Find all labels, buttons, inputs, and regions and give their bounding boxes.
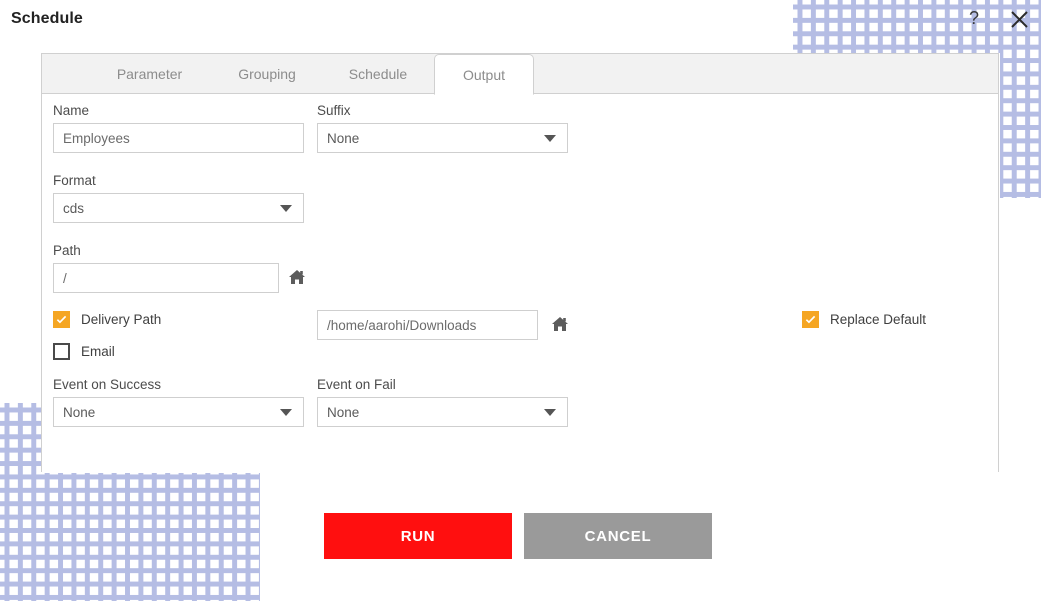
svg-text:?: ? — [969, 9, 979, 28]
chevron-down-icon — [544, 134, 556, 142]
format-value: cds — [63, 200, 85, 216]
email-checkbox-row[interactable]: Email — [53, 343, 115, 360]
tab-parameter-label: Parameter — [116, 66, 183, 82]
name-label: Name — [53, 103, 90, 118]
close-button[interactable] — [1005, 5, 1033, 33]
schedule-dialog: Schedule ? Parameter Grouping Schedule O… — [0, 0, 1041, 601]
tab-strip: Parameter Grouping Schedule Output — [42, 54, 998, 95]
event-on-fail-label: Event on Fail — [317, 377, 396, 392]
title-bar: Schedule ? — [0, 0, 1041, 42]
output-settings-card: Parameter Grouping Schedule Output Name … — [41, 53, 999, 472]
page-title: Schedule — [11, 10, 83, 27]
tab-output[interactable]: Output — [434, 54, 534, 95]
path-label: Path — [53, 243, 81, 258]
event-on-success-label: Event on Success — [53, 377, 162, 392]
output-form: Name Suffix None Format cds Path — [42, 94, 998, 472]
email-checkbox[interactable] — [53, 343, 70, 360]
close-icon — [1010, 10, 1028, 28]
check-icon — [805, 315, 816, 324]
home-icon — [552, 317, 568, 331]
delivery-path-input[interactable] — [317, 310, 538, 340]
name-input[interactable] — [53, 123, 304, 153]
check-icon — [56, 315, 67, 324]
tab-output-label: Output — [462, 66, 506, 83]
suffix-label: Suffix — [317, 103, 351, 118]
question-mark-icon: ? — [969, 9, 979, 28]
home-icon — [289, 270, 305, 284]
event-on-fail-value: None — [327, 404, 360, 420]
delivery-path-checkbox[interactable] — [53, 311, 70, 328]
replace-default-checkbox[interactable] — [802, 311, 819, 328]
delivery-path-label: Delivery Path — [81, 312, 162, 327]
tab-grouping[interactable]: Grouping — [212, 54, 322, 94]
event-on-success-value: None — [63, 404, 96, 420]
suffix-select[interactable]: None — [317, 123, 568, 153]
tab-schedule-label: Schedule — [348, 66, 408, 82]
run-button[interactable]: RUN — [324, 513, 512, 559]
format-select[interactable]: cds — [53, 193, 304, 223]
email-label: Email — [81, 344, 115, 359]
chevron-down-icon — [280, 204, 292, 212]
chevron-down-icon — [280, 408, 292, 416]
tab-parameter[interactable]: Parameter — [87, 54, 212, 94]
event-on-success-select[interactable]: None — [53, 397, 304, 427]
path-input[interactable] — [53, 263, 279, 293]
replace-default-checkbox-row[interactable]: Replace Default — [802, 311, 926, 328]
suffix-value: None — [327, 130, 360, 146]
delivery-path-home-button[interactable] — [550, 314, 570, 334]
format-label: Format — [53, 173, 96, 188]
chevron-down-icon — [544, 408, 556, 416]
cancel-button[interactable]: CANCEL — [524, 513, 712, 559]
tab-schedule[interactable]: Schedule — [322, 54, 434, 94]
tab-grouping-label: Grouping — [238, 66, 296, 82]
path-home-button[interactable] — [287, 267, 307, 287]
event-on-fail-select[interactable]: None — [317, 397, 568, 427]
delivery-path-checkbox-row[interactable]: Delivery Path — [53, 311, 161, 328]
help-icon[interactable]: ? — [960, 5, 988, 33]
replace-default-label: Replace Default — [830, 312, 927, 327]
